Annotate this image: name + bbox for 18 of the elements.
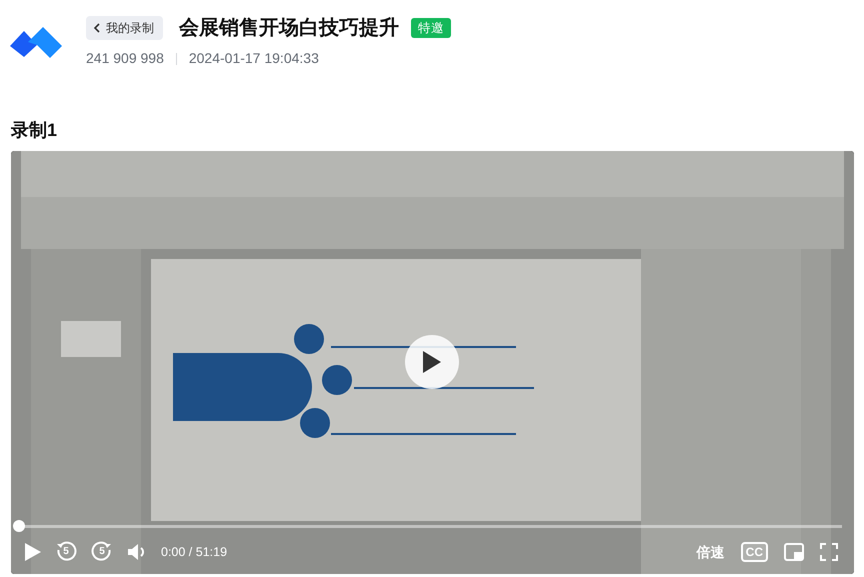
play-icon xyxy=(25,543,41,561)
section-title: 录制1 xyxy=(11,119,58,142)
recording-datetime: 2024-01-17 19:04:33 xyxy=(188,49,319,68)
picture-in-picture-button[interactable] xyxy=(784,543,804,561)
volume-button[interactable] xyxy=(127,543,147,561)
back-icon xyxy=(93,23,100,33)
rewind-button[interactable]: 5 xyxy=(55,541,77,563)
recording-title: 会展销售开场白技巧提升 xyxy=(179,16,399,40)
speed-button[interactable]: 倍速 xyxy=(696,542,725,562)
meeting-id: 241 909 998 xyxy=(86,49,164,68)
guest-tag: 特邀 xyxy=(411,18,451,38)
forward-button[interactable]: 5 xyxy=(91,541,113,563)
captions-button[interactable]: CC xyxy=(740,542,768,562)
play-icon xyxy=(423,351,441,373)
logo-icon xyxy=(10,25,62,59)
back-button[interactable]: 我的录制 xyxy=(86,16,163,40)
time-display: 0:00 / 51:19 xyxy=(161,544,228,561)
fullscreen-button[interactable] xyxy=(820,543,838,561)
